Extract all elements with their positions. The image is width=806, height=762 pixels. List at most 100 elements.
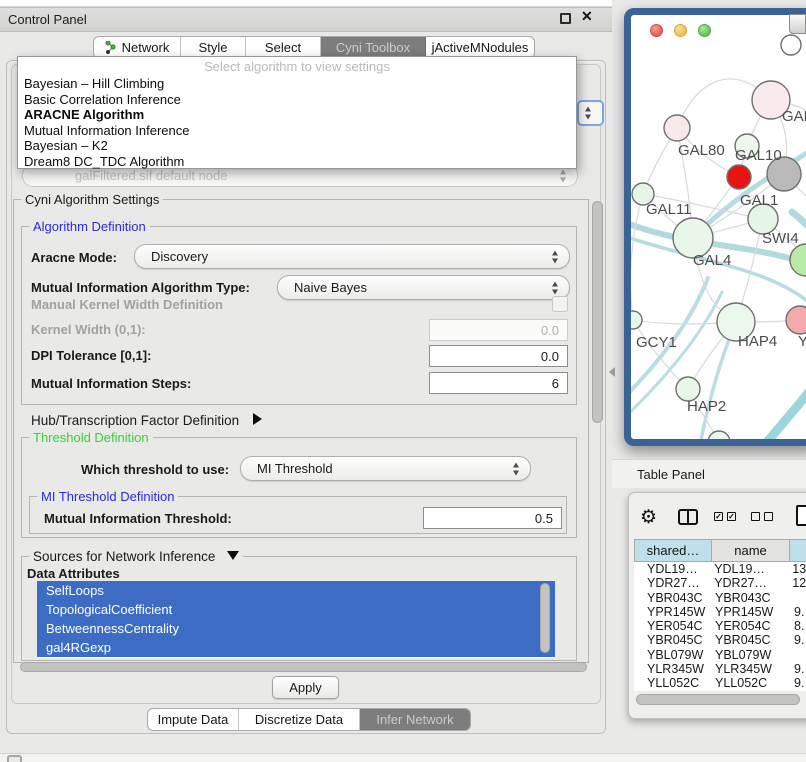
algorithm-option[interactable]: Bayesian – Hill Climbing	[18, 76, 576, 92]
data-attribute-item[interactable]: TopologicalCoefficient	[37, 600, 555, 619]
mac-minimize-button[interactable]	[674, 24, 687, 37]
mi-threshold-field[interactable]: 0.5	[423, 507, 562, 529]
dpi-tolerance-field[interactable]: 0.0	[429, 345, 568, 367]
apply-button[interactable]: Apply	[272, 676, 339, 699]
network-node-label: Y	[798, 333, 806, 350]
table-row[interactable]: YBL079WYBL079W	[634, 648, 806, 662]
table-row[interactable]: YDR27…YDR27…12	[634, 576, 806, 590]
mi-threshold-label: Mutual Information Threshold:	[44, 511, 232, 526]
network-node[interactable]	[631, 311, 642, 329]
panel-divider-handle[interactable]	[609, 367, 615, 377]
table-cell: YLR345W	[712, 662, 790, 676]
mi-algorithm-type-combo[interactable]: Naive Bayes	[277, 275, 570, 300]
tab-infer-network[interactable]: Infer Network	[360, 709, 470, 730]
attributes-vertical-scrollbar[interactable]	[540, 583, 550, 653]
tab-cyni-toolbox[interactable]: Cyni Toolbox	[321, 37, 426, 58]
mac-zoom-button[interactable]	[698, 24, 711, 37]
panel-corner-icon[interactable]	[7, 755, 22, 762]
data-attribute-item[interactable]: SelfLoops	[37, 581, 555, 600]
column-header[interactable]: name	[712, 539, 790, 562]
control-panel-title: Control Panel	[8, 12, 87, 27]
table-row[interactable]: YLR345WYLR345W9.	[634, 662, 806, 676]
checked-box-icon[interactable]: ✓	[714, 512, 723, 521]
network-node[interactable]	[790, 244, 806, 276]
threshold-definition-title: Threshold Definition	[29, 430, 153, 445]
control-panel-titlebar[interactable]: Control Panel	[0, 7, 612, 32]
gear-icon[interactable]: ⚙	[640, 506, 657, 529]
kernel-width-field[interactable]: 0.0	[429, 319, 568, 341]
network-toolbar-fragment	[789, 14, 806, 34]
table-cell: YBL079W	[634, 648, 712, 662]
network-node-label: GCY1	[636, 334, 677, 351]
data-attributes-list[interactable]: SelfLoopsTopologicalCoefficientBetweenne…	[37, 581, 555, 658]
tab-select[interactable]: Select	[246, 37, 321, 58]
tab-jactivemnodules[interactable]: jActiveMNodules	[426, 37, 534, 58]
column-header[interactable]: shared…	[634, 539, 712, 562]
network-edge	[762, 388, 806, 439]
table-cell: YPR145W	[712, 605, 790, 619]
algorithm-option[interactable]: Mutual Information Inference	[18, 123, 576, 139]
hub-expander[interactable]: Hub/Transcription Factor Definition	[31, 413, 262, 428]
table-icon[interactable]	[796, 505, 806, 526]
which-threshold-label: Which threshold to use:	[81, 462, 229, 477]
mac-close-button[interactable]	[650, 24, 663, 37]
algorithm-option[interactable]: Basic Correlation Inference	[18, 92, 576, 108]
data-attribute-item[interactable]: gal4RGexp	[37, 638, 555, 657]
tab-discretize-data[interactable]: Discretize Data	[239, 709, 360, 730]
algorithm-option[interactable]: ARACNE Algorithm	[18, 107, 576, 123]
data-attribute-item[interactable]: BetweennessCentrality	[37, 619, 555, 638]
mi-steps-label: Mutual Information Steps:	[31, 376, 191, 391]
table-cell: YBR045C	[634, 633, 712, 647]
tab-network[interactable]: Network	[94, 37, 181, 58]
unchecked-box-icon[interactable]	[751, 512, 760, 521]
mi-steps-field[interactable]: 6	[429, 372, 568, 394]
network-node[interactable]	[786, 306, 806, 334]
table-row[interactable]: YBR043CYBR043C	[634, 591, 806, 605]
table-row[interactable]: YLL052CYLL052C9.	[634, 676, 806, 690]
split-view-icon[interactable]	[678, 509, 698, 525]
table-row[interactable]: YDL19…YDL19…13	[634, 562, 806, 576]
settings-vertical-scrollbar[interactable]	[592, 201, 603, 423]
table-cell: 12	[788, 576, 806, 590]
network-node-label: GAL80	[678, 142, 725, 159]
settings-horizontal-scrollbar[interactable]	[20, 662, 587, 672]
table-cell: YDL19…	[634, 562, 711, 576]
tab-impute-data[interactable]: Impute Data	[148, 709, 239, 730]
network-canvas[interactable]: GALGAL80GAL10GAL11GAL1SWI4GAL4GCY1HAP4YH…	[631, 15, 806, 439]
table-data-combo-value: galFiltered.sif default node	[75, 168, 227, 183]
bottom-tabbar: Impute Data Discretize Data Infer Networ…	[147, 708, 471, 731]
checked-box-icon[interactable]: ✓	[727, 512, 736, 521]
sources-title-label: Sources for Network Inference	[33, 549, 215, 564]
algorithm-option[interactable]: Dream8 DC_TDC Algorithm	[18, 154, 576, 170]
tab-label: Style	[199, 40, 228, 55]
network-node[interactable]	[664, 115, 690, 141]
network-node[interactable]	[708, 431, 730, 439]
table-cell: YBL079W	[712, 648, 790, 662]
table-row[interactable]: YPR145WYPR145W9.	[634, 605, 806, 619]
network-node[interactable]	[727, 165, 751, 189]
table-row[interactable]: YBR045CYBR045C9.	[634, 633, 806, 647]
table-header: shared…name	[634, 539, 806, 562]
algorithm-option[interactable]: Bayesian – K2	[18, 138, 576, 154]
aracne-mode-combo[interactable]: Discovery	[134, 244, 570, 269]
sources-title[interactable]: Sources for Network Inference	[29, 549, 243, 564]
table-row[interactable]: YER054CYER054C8.	[634, 619, 806, 633]
algorithm-select-combo-fragment[interactable]	[577, 100, 604, 126]
table-body: YDL19…YDL19…13YDR27…YDR27…12YBR043CYBR04…	[634, 562, 806, 691]
aracne-mode-value: Discovery	[151, 249, 208, 264]
table-panel-titlebar[interactable]: Table Panel	[612, 459, 806, 488]
which-threshold-combo[interactable]: MI Threshold	[240, 456, 531, 481]
screen: Control Panel ✕ Network Style Select Cyn…	[0, 0, 806, 762]
unchecked-box-icon[interactable]	[764, 512, 773, 521]
network-node-label: GAL11	[646, 201, 692, 218]
manual-kernel-width-checkbox[interactable]	[552, 296, 568, 312]
table-cell: 9.	[790, 633, 804, 647]
tab-style[interactable]: Style	[181, 37, 246, 58]
float-window-icon[interactable]	[560, 13, 571, 24]
close-icon[interactable]: ✕	[581, 8, 593, 25]
network-node[interactable]	[781, 35, 801, 55]
network-node-label: GAL4	[693, 252, 731, 269]
column-header[interactable]	[790, 539, 806, 562]
table-cell	[790, 648, 794, 662]
table-cell: 9.	[790, 676, 804, 690]
